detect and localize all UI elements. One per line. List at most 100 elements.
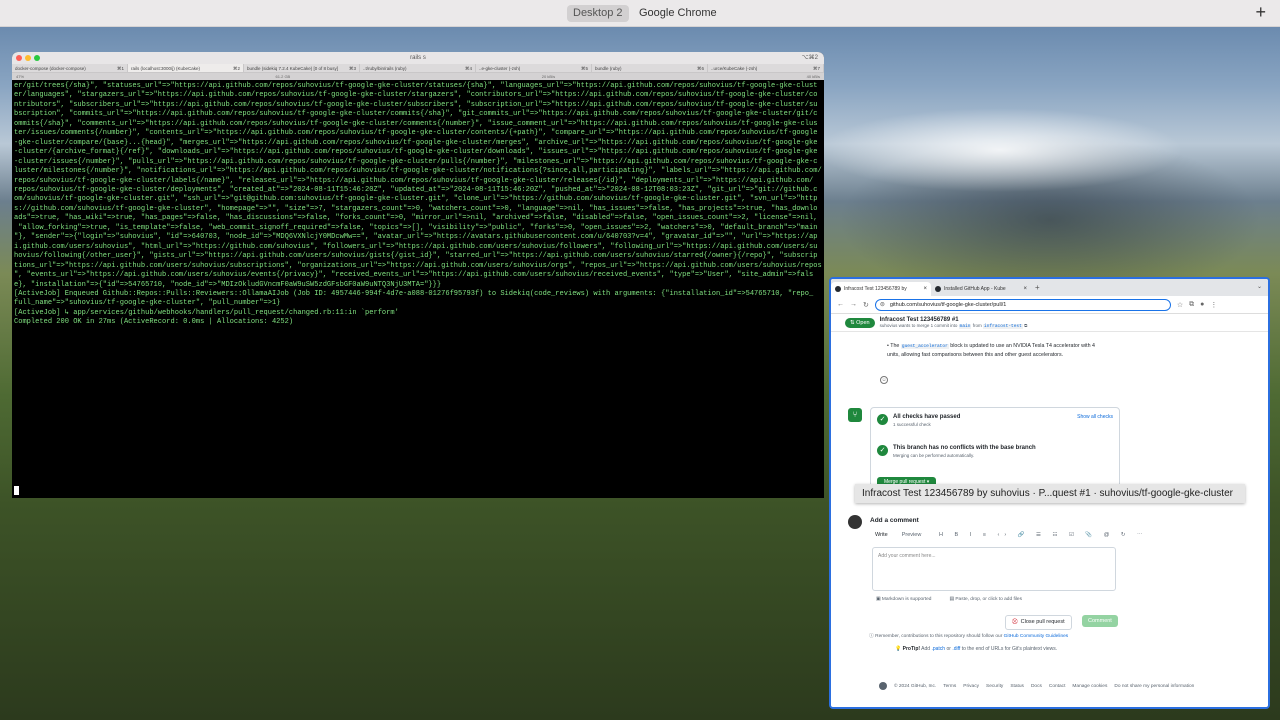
footer-link[interactable]: Privacy — [963, 684, 979, 689]
add-reaction-icon[interactable]: ☺ — [880, 376, 888, 384]
footer-link[interactable]: Status — [1010, 684, 1024, 689]
network-up-status: 40 kB/s — [806, 74, 820, 79]
markdown-toolbar[interactable]: H B I ≡ ‹› 🔗 ☰ ☷ ☑ 📎 @ ↻ ⋯ — [939, 532, 1148, 538]
close-tab-icon[interactable]: × — [923, 286, 927, 292]
profile-icon[interactable]: ● — [1200, 301, 1204, 308]
terminal-tab-bar: docker-compose (docker-compose) ⌘1 rails (… — [12, 64, 824, 73]
tab-preview[interactable]: Preview — [902, 532, 922, 538]
footer-link[interactable]: Security — [986, 684, 1003, 689]
star-icon[interactable]: ☆ — [1177, 301, 1183, 309]
terminal-cursor — [14, 486, 19, 495]
terminal-tab[interactable]: ..e-gke-cluster (-zsh) ⌘5 — [476, 64, 592, 72]
show-all-checks-link[interactable]: Show all checks — [1077, 414, 1113, 420]
back-arrow-icon[interactable]: ← — [837, 301, 844, 308]
github-logo-icon — [879, 682, 887, 690]
no-conflicts-icon: ✓ — [877, 445, 888, 456]
menu-icon[interactable]: ⋮ — [1210, 301, 1217, 309]
terminal-line: e}, "installation"=>{"id"=>54765710, "no… — [14, 280, 442, 289]
space-desktop-2[interactable]: Desktop 2 — [567, 5, 629, 22]
terminal-line: repos/suhovius/tf-google-gke-cluster/lab… — [14, 176, 814, 185]
zoom-window-button[interactable] — [34, 55, 40, 61]
protip-or: or — [946, 646, 951, 652]
copy-icon[interactable]: ⧉ — [1024, 323, 1027, 328]
checks-title: All checks have passed — [893, 414, 961, 420]
footer-link[interactable]: Do not share my personal information — [1114, 684, 1194, 689]
patch-link[interactable]: .patch — [931, 646, 945, 652]
terminal-line: ter/issues/comments{/number}", "contents… — [14, 129, 818, 138]
terminal-line: "}, "sender"=>{"login"=>"suhovius", "id"… — [14, 233, 818, 242]
terminal-tab[interactable]: bundle (ruby) ⌘6 — [592, 64, 708, 72]
terminal-titlebar[interactable]: rails s ⌥⌘2 — [12, 52, 824, 64]
merge-status-icon: ⑂ — [848, 408, 862, 422]
from-text: from — [972, 322, 982, 328]
community-guidelines-link[interactable]: GitHub Community Guidelines — [1004, 634, 1069, 639]
bullet: • — [887, 343, 889, 349]
terminal-tab-label: bundle (ruby) — [595, 66, 622, 71]
terminal-line: [ActiveJob] ↳ app/services/github/webhoo… — [14, 308, 399, 317]
close-pull-request-button[interactable]: ⛒ Close pull request — [1005, 615, 1072, 630]
address-bar[interactable]: github.com/suhovius/tf-google-gke-cluste… — [874, 298, 1171, 311]
tab-search-chevron-icon[interactable]: ⌄ — [1257, 283, 1262, 290]
terminal-tab[interactable]: docker-compose (docker-compose) ⌘1 — [12, 64, 128, 72]
terminal-tab-shortcut: ⌘5 — [580, 66, 588, 71]
terminal-tab[interactable]: ..t/ruby/bin/rails (ruby) ⌘4 — [360, 64, 476, 72]
terminal-tab[interactable]: bundle (sidekiq 7.2.4 KubeCake) [0 of 8 … — [244, 64, 360, 72]
extensions-icon[interactable]: ⧉ — [1189, 301, 1194, 309]
terminal-tab-label: rails (localhost:3000/j) (KubeCake) — [131, 66, 201, 71]
footer-link[interactable]: Docs — [1031, 684, 1042, 689]
diff-link[interactable]: .diff — [952, 646, 960, 652]
terminal-title: rails s — [410, 55, 426, 61]
protip-label: ProTip! — [902, 646, 921, 652]
comment-button[interactable]: Comment — [1082, 615, 1118, 627]
markdown-label: Markdown is supported — [881, 597, 932, 602]
comment-tabs: Write Preview — [875, 532, 921, 538]
browser-toolbar: ← → ↻ github.com/suhovius/tf-google-gke-… — [831, 296, 1268, 314]
forward-arrow-icon[interactable]: → — [850, 301, 857, 308]
conflicts-title: This branch has no conflicts with the ba… — [893, 445, 1036, 451]
avatar[interactable] — [848, 515, 862, 529]
protip-post: to the end of URLs for Git's plaintext v… — [961, 646, 1058, 652]
terminal-window[interactable]: rails s ⌥⌘2 docker-compose (docker-compo… — [12, 52, 824, 498]
add-space-button[interactable]: + — [1255, 2, 1266, 23]
attach-files-button[interactable]: ▤ Paste, drop, or click to add files — [949, 597, 1022, 602]
tab-label: Infracost Test 123456789 by — [844, 286, 907, 292]
close-pr-label: Close pull request — [1020, 619, 1065, 625]
minimize-window-button[interactable] — [25, 55, 31, 61]
cpu-status: 47% — [16, 74, 25, 79]
footer-link[interactable]: Manage cookies — [1072, 684, 1107, 689]
reload-icon[interactable]: ↻ — [863, 301, 869, 309]
terminal-tab[interactable]: rails (localhost:3000/j) (KubeCake) ⌘2 — [128, 64, 244, 72]
space-google-chrome[interactable]: Google Chrome — [633, 5, 723, 22]
terminal-line: luster/milestones{/number}", "notificati… — [14, 167, 822, 176]
terminal-tab[interactable]: ..urce/KubeCake (-zsh) ⌘7 — [708, 64, 824, 72]
github-favicon-icon — [835, 286, 841, 292]
github-favicon-icon — [935, 286, 941, 292]
github-footer: © 2024 GitHub, Inc. Terms Privacy Security S… — [879, 682, 1194, 690]
base-branch[interactable]: main — [958, 323, 972, 329]
terminal-output[interactable]: er/git/trees{/sha}", "statuses_url"=>"ht… — [12, 80, 824, 480]
terminal-line: i.github.com/users/suhovius", "html_url"… — [14, 242, 818, 251]
terminal-line: "allow_forking"=>true, "is_template"=>fa… — [14, 223, 818, 232]
terminal-status-bar: 47% 61.2 GB 20 kB/s 40 kB/s — [12, 73, 824, 80]
close-window-button[interactable] — [16, 55, 22, 61]
close-tab-icon[interactable]: × — [1023, 286, 1027, 292]
terminal-tab-label: ..t/ruby/bin/rails (ruby) — [363, 66, 407, 71]
terminal-line: -gke-cluster/compare/{base}...{head}", "… — [14, 138, 818, 147]
pr-state-label: Open — [856, 319, 870, 326]
terminal-tab-shortcut: ⌘2 — [232, 66, 240, 71]
merge-box: ✓ All checks have passed 1 successful ch… — [870, 407, 1120, 492]
tab-write[interactable]: Write — [875, 532, 888, 538]
browser-tab-installed-app[interactable]: Installed GitHub App - Kube × — [931, 282, 1031, 296]
markdown-supported-link[interactable]: ▣ Markdown is supported — [876, 597, 931, 602]
terminal-line: -cluster/issues{/number}", "pulls_url"=>… — [14, 157, 818, 166]
footer-link[interactable]: Contact — [1049, 684, 1066, 689]
browser-tab-pull-request[interactable]: Infracost Test 123456789 by × — [831, 282, 931, 296]
pr-subtitle-text: suhovius wants to merge 1 commit into — [879, 322, 958, 328]
new-tab-button[interactable]: + — [1035, 283, 1040, 292]
head-branch[interactable]: infracost-test — [983, 323, 1023, 329]
footer-link[interactable]: Terms — [943, 684, 956, 689]
terminal-line: er/git/trees{/sha}", "statuses_url"=>"ht… — [14, 82, 818, 90]
terminal-line: -cluster/{archive_format}{/ref}", "downl… — [14, 148, 818, 157]
comment-textarea[interactable]: Add your comment here... — [872, 547, 1116, 591]
terminal-tab-label: ..urce/KubeCake (-zsh) — [711, 66, 758, 71]
